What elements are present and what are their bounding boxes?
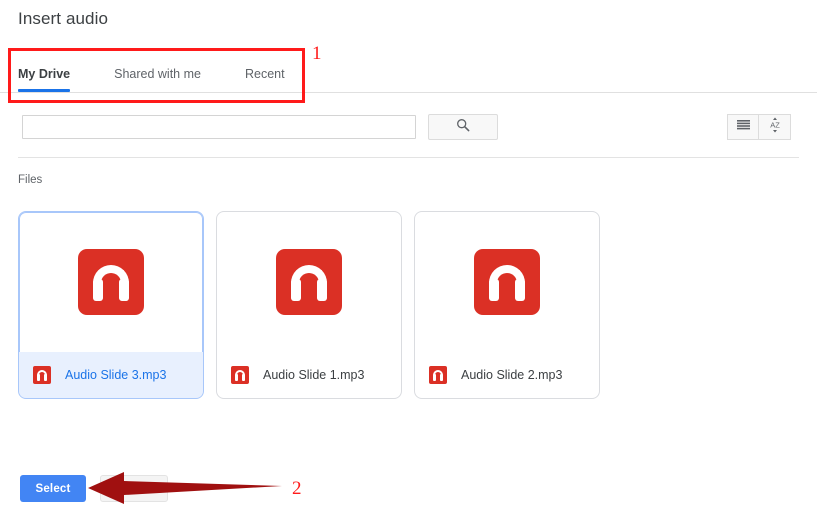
- file-thumbnail: [19, 212, 203, 352]
- search-button[interactable]: [428, 114, 498, 140]
- file-card-footer: Audio Slide 2.mp3: [415, 352, 599, 398]
- search-input[interactable]: [22, 115, 416, 139]
- file-card-footer: Audio Slide 3.mp3: [19, 352, 203, 398]
- view-options-group: AZ: [727, 114, 791, 140]
- section-divider: [18, 157, 799, 158]
- audio-file-icon: [429, 366, 447, 384]
- tab-my-drive[interactable]: My Drive: [18, 55, 92, 92]
- sort-az-button[interactable]: AZ: [759, 114, 791, 140]
- tab-shared-with-me[interactable]: Shared with me: [92, 55, 223, 92]
- audio-file-icon: [33, 366, 51, 384]
- list-view-button[interactable]: [727, 114, 759, 140]
- audio-file-icon: [231, 366, 249, 384]
- file-card[interactable]: Audio Slide 1.mp3: [216, 211, 402, 399]
- audio-file-icon: [78, 249, 144, 315]
- file-card[interactable]: Audio Slide 3.mp3: [18, 211, 204, 399]
- tab-bar: My Drive Shared with me Recent: [0, 55, 817, 93]
- file-name: Audio Slide 3.mp3: [65, 368, 167, 382]
- page-title: Insert audio: [18, 9, 109, 28]
- audio-file-icon: [474, 249, 540, 315]
- file-card[interactable]: Audio Slide 2.mp3: [414, 211, 600, 399]
- list-view-icon: [736, 118, 751, 136]
- file-name: Audio Slide 2.mp3: [461, 368, 563, 382]
- audio-file-icon: [276, 249, 342, 315]
- search-toolbar: AZ: [0, 106, 817, 156]
- select-button[interactable]: Select: [20, 475, 86, 502]
- svg-text:AZ: AZ: [770, 120, 780, 129]
- tab-shared-with-me-label: Shared with me: [114, 66, 201, 81]
- file-thumbnail: [415, 212, 599, 352]
- tab-my-drive-label: My Drive: [18, 66, 71, 81]
- tab-recent[interactable]: Recent: [223, 55, 307, 92]
- file-grid: Audio Slide 3.mp3 Audio Slide 1.mp3 Audi…: [18, 211, 600, 399]
- file-card-footer: Audio Slide 1.mp3: [217, 352, 401, 398]
- search-icon: [456, 118, 470, 137]
- annotation-label-2: 2: [292, 478, 302, 499]
- tab-recent-label: Recent: [244, 66, 285, 81]
- cancel-button[interactable]: Cancel: [100, 475, 168, 502]
- file-thumbnail: [217, 212, 401, 352]
- sort-az-icon: AZ: [767, 117, 783, 138]
- files-section-label: Files: [18, 174, 43, 186]
- file-name: Audio Slide 1.mp3: [263, 368, 365, 382]
